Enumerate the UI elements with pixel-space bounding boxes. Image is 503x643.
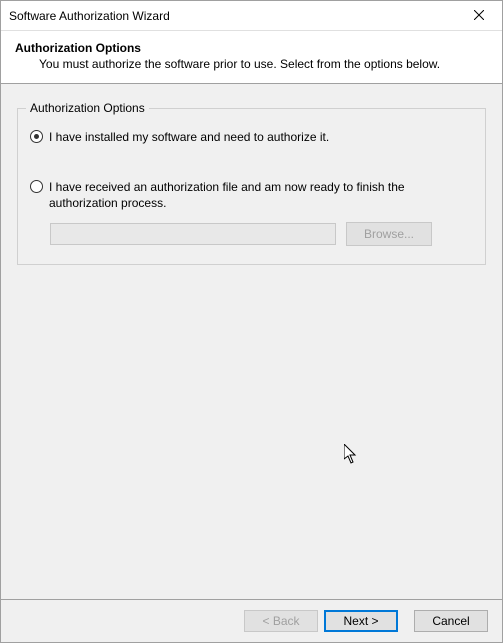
page-title: Authorization Options	[15, 41, 488, 55]
window-title: Software Authorization Wizard	[9, 9, 170, 23]
radio-option-authfile[interactable]: I have received an authorization file an…	[30, 179, 473, 211]
radio-label: I have installed my software and need to…	[49, 129, 329, 145]
back-button: < Back	[244, 610, 318, 632]
page-subtitle: You must authorize the software prior to…	[15, 57, 488, 71]
authorization-options-group: Authorization Options I have installed m…	[17, 108, 486, 265]
wizard-footer: < Back Next > Cancel	[1, 599, 502, 642]
auth-file-input	[50, 223, 336, 245]
close-button[interactable]	[456, 1, 502, 31]
radio-icon	[30, 180, 43, 193]
titlebar: Software Authorization Wizard	[1, 1, 502, 31]
group-legend: Authorization Options	[26, 101, 149, 115]
wizard-header: Authorization Options You must authorize…	[1, 31, 502, 83]
radio-option-install[interactable]: I have installed my software and need to…	[30, 129, 473, 145]
radio-label: I have received an authorization file an…	[49, 179, 473, 211]
next-button[interactable]: Next >	[324, 610, 398, 632]
close-icon	[474, 9, 484, 23]
browse-button: Browse...	[346, 222, 432, 246]
radio-icon	[30, 130, 43, 143]
wizard-content: Authorization Options I have installed m…	[1, 84, 502, 599]
file-chooser-row: Browse...	[50, 222, 473, 246]
cancel-button[interactable]: Cancel	[414, 610, 488, 632]
